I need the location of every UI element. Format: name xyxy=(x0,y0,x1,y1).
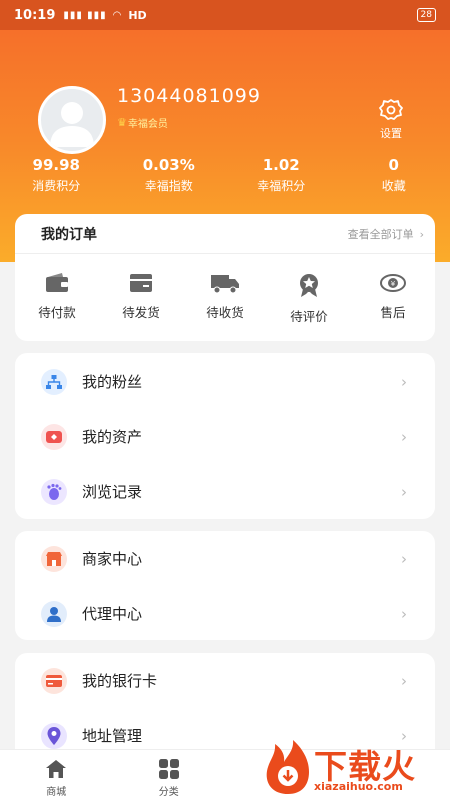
view-all-orders-link[interactable]: 查看全部订单 › xyxy=(348,226,424,242)
svg-text:¥: ¥ xyxy=(391,280,396,288)
username: 13044081099 xyxy=(117,85,261,107)
stats-row: 99.98 消费积分 0.03% 幸福指数 1.02 幸福积分 0 收藏 xyxy=(0,156,450,194)
chevron-right-icon: › xyxy=(419,227,424,241)
menu-item-label: 商家中心 xyxy=(82,550,143,568)
order-pending-payment[interactable]: 待付款 xyxy=(15,272,99,325)
badge-icon xyxy=(300,274,318,297)
status-bar: 10:19 ▮▮▮ ▮▮▮ ◠ HD 28 xyxy=(0,0,450,30)
tab-label: 商城 xyxy=(46,787,67,798)
stat-value: 0.03% xyxy=(142,156,195,174)
wallet-icon xyxy=(46,273,68,292)
order-status-row: 待付款 待发货 待收货 待评价 ¥ 售后 xyxy=(15,254,435,325)
menu-item-label: 代理中心 xyxy=(82,605,143,623)
order-after-sales[interactable]: ¥ 售后 xyxy=(351,272,435,325)
watermark-logo: 下载火 xiazaihuo.com xyxy=(262,738,447,798)
avatar-placeholder-icon xyxy=(50,102,94,147)
stat-consumption-points[interactable]: 99.98 消费积分 xyxy=(0,156,113,194)
flame-logo-icon xyxy=(266,740,309,794)
footprint-icon xyxy=(41,478,67,505)
tab-category[interactable]: 分类 xyxy=(113,750,226,800)
orders-title: 我的订单 xyxy=(41,226,97,243)
member-badge: ♛ 幸福会员 xyxy=(117,115,168,130)
bank-card-icon xyxy=(41,667,67,694)
menu-item-agent-center[interactable]: 代理中心 › xyxy=(15,586,435,641)
stat-label: 幸福指数 xyxy=(144,179,193,193)
settings-label: 设置 xyxy=(380,127,402,140)
menu-item-fans[interactable]: 我的粉丝 › xyxy=(15,354,435,409)
category-icon xyxy=(158,759,179,779)
menu-item-merchant-center[interactable]: 商家中心 › xyxy=(15,531,435,586)
stat-value: 1.02 xyxy=(262,156,300,174)
order-item-label: 售后 xyxy=(380,305,406,320)
menu-group-2: 商家中心 › 代理中心 › xyxy=(15,531,435,640)
menu-item-bank-card[interactable]: 我的银行卡 › xyxy=(15,653,435,708)
menu-item-assets[interactable]: 我的资产 › xyxy=(15,409,435,464)
stat-favorites[interactable]: 0 收藏 xyxy=(338,156,450,194)
stat-label: 收藏 xyxy=(381,179,406,193)
orders-header: 我的订单 查看全部订单 › xyxy=(15,214,435,254)
menu-item-label: 我的资产 xyxy=(82,428,143,446)
chevron-right-icon: › xyxy=(401,482,407,501)
order-item-label: 待评价 xyxy=(290,309,328,324)
agent-icon xyxy=(41,600,67,627)
stat-value: 0 xyxy=(388,156,399,174)
tab-mall[interactable]: 商城 xyxy=(0,750,113,800)
order-item-label: 待发货 xyxy=(122,305,160,320)
view-all-orders-label: 查看全部订单 xyxy=(347,227,414,241)
network-type: HD xyxy=(128,8,147,22)
gear-icon xyxy=(379,99,403,120)
stat-happiness-index[interactable]: 0.03% 幸福指数 xyxy=(113,156,226,194)
chevron-right-icon: › xyxy=(401,671,407,690)
menu-item-label: 我的粉丝 xyxy=(82,373,143,391)
location-icon xyxy=(41,722,67,749)
tab-label: 分类 xyxy=(158,787,179,798)
status-time: 10:19 xyxy=(14,7,56,23)
order-pending-receipt[interactable]: 待收货 xyxy=(183,272,267,325)
wifi-icon: ◠ xyxy=(112,9,123,21)
order-item-label: 待付款 xyxy=(38,305,76,320)
signal-icon: ▮▮▮ ▮▮▮ xyxy=(63,9,107,21)
menu-group-1: 我的粉丝 › 我的资产 › 浏览记录 › xyxy=(15,353,435,519)
watermark-domain: xiazaihuo.com xyxy=(314,780,403,793)
stat-value: 99.98 xyxy=(32,156,80,174)
order-pending-shipment[interactable]: 待发货 xyxy=(99,272,183,325)
assets-icon xyxy=(41,423,67,450)
order-pending-review[interactable]: 待评价 xyxy=(267,272,351,325)
chevron-right-icon: › xyxy=(401,549,407,568)
orders-card: 我的订单 查看全部订单 › 待付款 待发货 待收货 待评价 ¥ 售后 xyxy=(15,214,435,341)
stat-label: 消费积分 xyxy=(32,179,81,193)
network-icon xyxy=(41,368,67,395)
stat-label: 幸福积分 xyxy=(257,179,306,193)
crown-icon: ♛ xyxy=(117,116,127,129)
stat-happiness-points[interactable]: 1.02 幸福积分 xyxy=(225,156,338,194)
store-icon xyxy=(41,545,67,572)
truck-icon xyxy=(211,275,239,294)
avatar[interactable] xyxy=(38,86,106,154)
member-level: 幸福会员 xyxy=(127,119,168,130)
chevron-right-icon: › xyxy=(401,372,407,391)
settings-button[interactable]: 设置 xyxy=(375,97,407,141)
menu-item-label: 浏览记录 xyxy=(82,483,143,501)
menu-item-label: 地址管理 xyxy=(82,727,143,745)
box-icon xyxy=(130,274,152,292)
chevron-right-icon: › xyxy=(401,427,407,446)
battery-indicator: 28 xyxy=(416,8,436,22)
menu-item-label: 我的银行卡 xyxy=(82,672,158,690)
chevron-right-icon: › xyxy=(401,604,407,623)
order-item-label: 待收货 xyxy=(206,305,244,320)
service-icon: ¥ xyxy=(380,274,406,292)
menu-item-browse-history[interactable]: 浏览记录 › xyxy=(15,464,435,519)
home-icon xyxy=(46,760,67,778)
